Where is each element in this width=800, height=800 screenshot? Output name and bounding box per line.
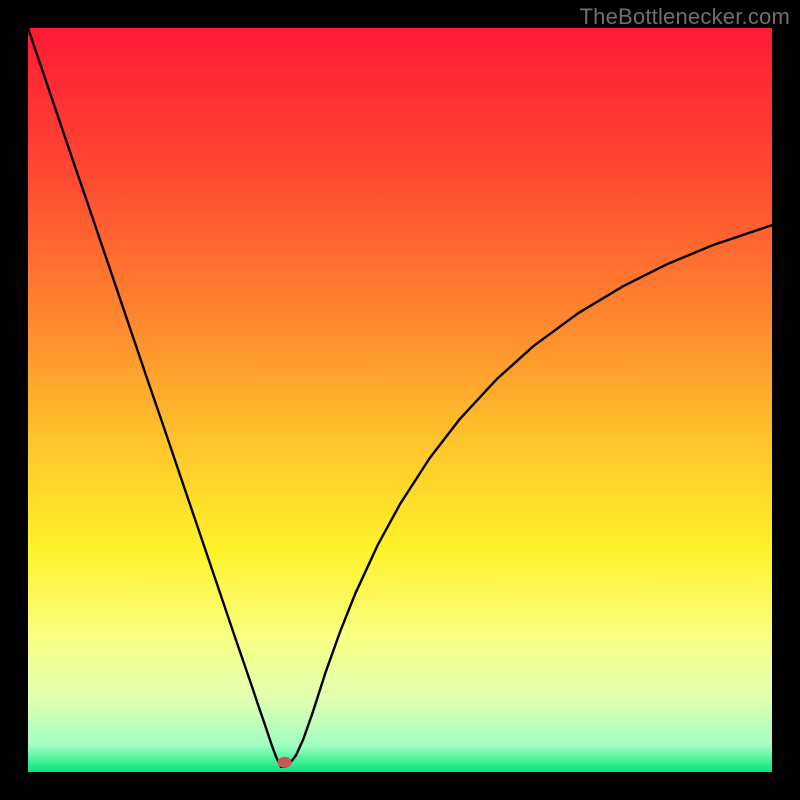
chart-background [28, 28, 772, 772]
bottleneck-chart [28, 28, 772, 772]
chart-frame [28, 28, 772, 772]
watermark-label: TheBottlenecker.com [580, 4, 790, 30]
bottleneck-marker [278, 757, 292, 768]
